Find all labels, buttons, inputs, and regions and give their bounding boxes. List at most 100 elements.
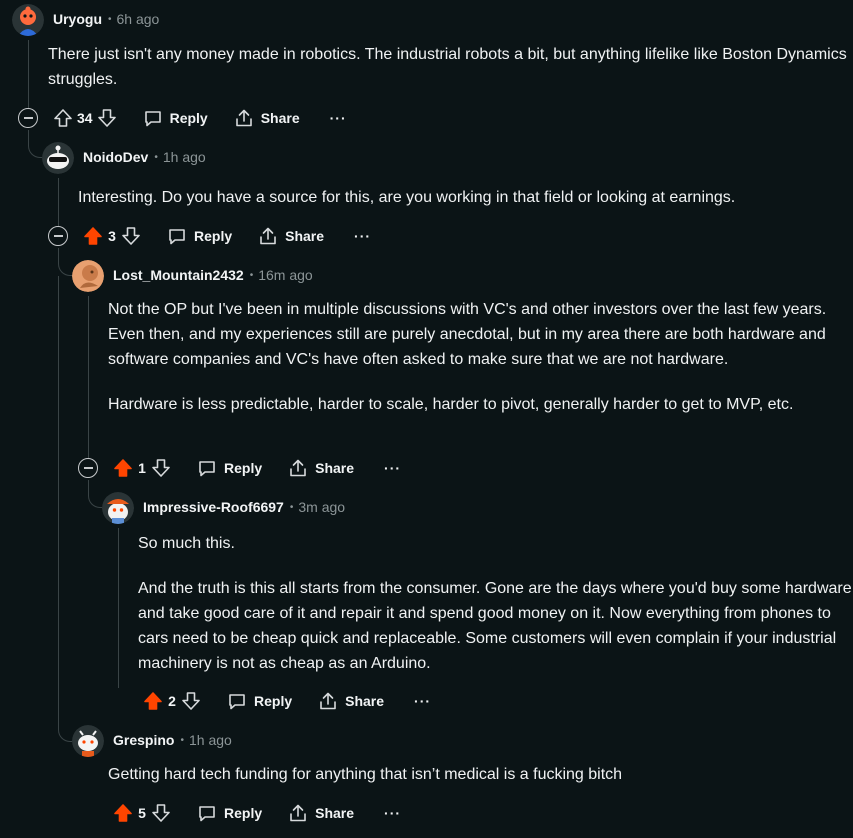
arrow-down-icon[interactable] (151, 803, 171, 823)
chat-bubble-icon (227, 691, 247, 711)
arrow-up-icon[interactable] (143, 691, 163, 711)
avatar[interactable] (102, 492, 134, 524)
timestamp[interactable]: 1h ago (163, 149, 206, 165)
comment-meta: Impressive-Roof6697 • 3m ago (143, 499, 345, 515)
comment-actions: 5 Reply Share ··· (113, 799, 401, 827)
collapse-button[interactable] (48, 226, 68, 246)
arrow-up-icon[interactable] (83, 226, 103, 246)
comment-paragraph: Getting hard tech funding for anything t… (108, 766, 623, 783)
reply-button[interactable]: Reply (227, 691, 292, 711)
comment-body: Interesting. Do you have a source for th… (78, 185, 848, 210)
comment-actions: 1 Reply Share ··· (113, 454, 401, 482)
thread-line (88, 296, 89, 458)
thread-elbow (58, 248, 72, 276)
thread-line (28, 40, 29, 108)
share-label: Share (285, 228, 325, 244)
vote-group: 3 (83, 226, 141, 246)
comment-paragraph: Interesting. Do you have a source for th… (78, 189, 736, 206)
share-button[interactable]: Share (258, 226, 324, 246)
minus-circle-icon (53, 235, 63, 237)
vote-group: 34 (53, 108, 117, 128)
avatar[interactable] (72, 260, 104, 292)
collapse-button[interactable] (18, 108, 38, 128)
share-button[interactable]: Share (234, 108, 300, 128)
comment-paragraph: So much this. (138, 535, 235, 552)
author-name[interactable]: Grespino (113, 732, 174, 748)
reply-label: Reply (169, 110, 208, 126)
share-icon (318, 691, 338, 711)
reply-label: Reply (194, 228, 233, 244)
vote-group: 2 (143, 691, 201, 711)
share-icon (258, 226, 278, 246)
more-options-button[interactable]: ··· (354, 228, 371, 244)
comment-paragraph: Hardware is less predictable, harder to … (108, 396, 794, 413)
vote-group: 5 (113, 803, 171, 823)
timestamp[interactable]: 6h ago (117, 11, 160, 27)
author-name[interactable]: Uryogu (53, 11, 102, 27)
timestamp[interactable]: 3m ago (298, 499, 345, 515)
chat-bubble-icon (197, 803, 217, 823)
collapse-button[interactable] (78, 458, 98, 478)
arrow-down-icon[interactable] (121, 226, 141, 246)
comment-paragraph: There just isn't any money made in robot… (48, 46, 847, 88)
vote-score: 34 (77, 110, 93, 126)
reply-button[interactable]: Reply (197, 458, 262, 478)
share-button[interactable]: Share (288, 458, 354, 478)
arrow-down-icon[interactable] (181, 691, 201, 711)
comment-actions: 3 Reply Share ··· (83, 222, 371, 250)
thread-line (118, 528, 119, 688)
more-options-button[interactable]: ··· (384, 805, 401, 821)
share-label: Share (260, 110, 300, 126)
thread-elbow (28, 130, 42, 158)
share-label: Share (315, 460, 355, 476)
minus-circle-icon (23, 117, 33, 119)
separator-dot: • (180, 734, 184, 746)
vote-score: 3 (108, 228, 116, 244)
timestamp[interactable]: 1h ago (189, 732, 232, 748)
thread-line (58, 276, 59, 726)
avatar[interactable] (72, 725, 104, 757)
comment-body: So much this. And the truth is this all … (138, 531, 853, 676)
comment-actions: 34 Reply Share ··· (53, 104, 347, 132)
avatar[interactable] (42, 142, 74, 174)
more-options-button[interactable]: ··· (330, 110, 347, 126)
comment-body: There just isn't any money made in robot… (48, 42, 848, 92)
reply-label: Reply (254, 693, 293, 709)
chat-bubble-icon (167, 226, 187, 246)
share-button[interactable]: Share (288, 803, 354, 823)
more-options-button[interactable]: ··· (384, 460, 401, 476)
vote-score: 1 (138, 460, 146, 476)
arrow-up-icon[interactable] (113, 803, 133, 823)
more-options-button[interactable]: ··· (414, 693, 431, 709)
arrow-up-icon[interactable] (53, 108, 73, 128)
reply-button[interactable]: Reply (197, 803, 262, 823)
avatar[interactable] (12, 4, 44, 36)
reply-label: Reply (224, 805, 263, 821)
separator-dot: • (289, 501, 294, 513)
separator-dot: • (108, 13, 112, 25)
author-name[interactable]: Impressive-Roof6697 (143, 499, 284, 515)
vote-score: 5 (138, 805, 146, 821)
arrow-up-icon[interactable] (113, 458, 133, 478)
separator-dot: • (154, 151, 158, 163)
comment-paragraph: And the truth is this all starts from th… (138, 580, 852, 672)
reply-button[interactable]: Reply (167, 226, 232, 246)
timestamp[interactable]: 16m ago (258, 267, 312, 283)
share-button[interactable]: Share (318, 691, 384, 711)
chat-bubble-icon (197, 458, 217, 478)
reply-label: Reply (224, 460, 263, 476)
share-icon (288, 458, 308, 478)
chat-bubble-icon (143, 108, 163, 128)
author-name[interactable]: NoidoDev (83, 149, 148, 165)
comment-meta: NoidoDev • 1h ago (83, 149, 206, 165)
reply-button[interactable]: Reply (143, 108, 208, 128)
thread-line (58, 178, 59, 226)
arrow-down-icon[interactable] (151, 458, 171, 478)
comment-actions: 2 Reply Share ··· (143, 687, 431, 715)
share-icon (288, 803, 308, 823)
thread-elbow (58, 726, 72, 742)
arrow-down-icon[interactable] (97, 108, 117, 128)
author-name[interactable]: Lost_Mountain2432 (113, 267, 244, 283)
share-icon (234, 108, 254, 128)
thread-elbow (88, 480, 102, 508)
